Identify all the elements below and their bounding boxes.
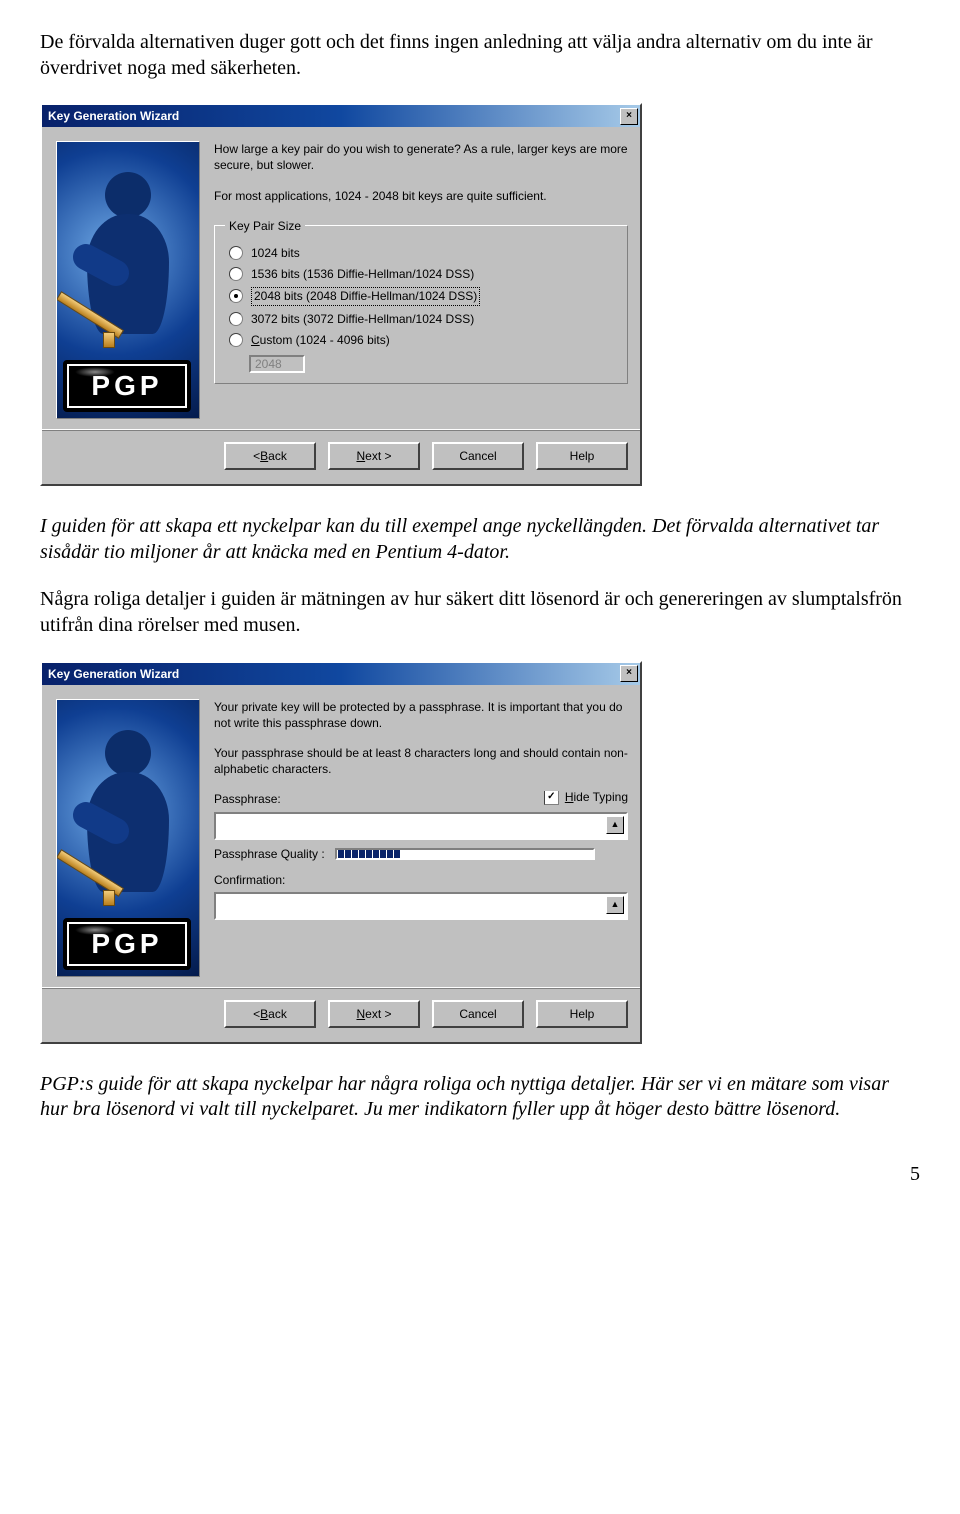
group-legend: Key Pair Size: [225, 218, 305, 234]
next-button[interactable]: Next >: [328, 442, 420, 470]
radio-icon[interactable]: [229, 267, 243, 281]
scroll-up-icon[interactable]: ▲: [606, 816, 624, 834]
wizard-side-graphic: PGP: [56, 699, 200, 977]
radio-custom[interactable]: Custom (1024 - 4096 bits): [229, 332, 617, 348]
titlebar[interactable]: Key Generation Wizard ×: [42, 663, 640, 685]
window-title: Key Generation Wizard: [48, 667, 179, 681]
quality-label: Passphrase Quality :: [214, 846, 325, 862]
radio-label: 2048 bits (2048 Diffie-Hellman/1024 DSS): [251, 287, 480, 305]
radio-icon[interactable]: [229, 289, 243, 303]
cancel-button[interactable]: Cancel: [432, 1000, 524, 1028]
hide-typing-toggle[interactable]: ✓ Hide Typing: [544, 791, 628, 805]
radio-icon[interactable]: [229, 333, 243, 347]
next-button[interactable]: Next >: [328, 1000, 420, 1028]
confirmation-label: Confirmation:: [214, 873, 285, 887]
radio-icon[interactable]: [229, 312, 243, 326]
back-button[interactable]: < Back: [224, 1000, 316, 1028]
window-title: Key Generation Wizard: [48, 109, 179, 123]
radio-1024[interactable]: 1024 bits: [229, 245, 617, 261]
radio-label: 3072 bits (3072 Diffie-Hellman/1024 DSS): [251, 311, 474, 327]
body-paragraph-1: De förvalda alternativen duger gott och …: [40, 30, 920, 81]
help-button[interactable]: Help: [536, 1000, 628, 1028]
wizard-intro-2: For most applications, 1024 - 2048 bit k…: [214, 188, 628, 204]
passphrase-input[interactable]: ▲: [214, 812, 628, 840]
keypair-size-group: Key Pair Size 1024 bits 1536 bits (1536 …: [214, 218, 628, 384]
radio-1536[interactable]: 1536 bits (1536 Diffie-Hellman/1024 DSS): [229, 266, 617, 282]
radio-label: Custom (1024 - 4096 bits): [251, 332, 390, 348]
radio-icon[interactable]: [229, 246, 243, 260]
close-icon[interactable]: ×: [620, 665, 638, 682]
caption-1: I guiden för att skapa ett nyckelpar kan…: [40, 514, 920, 565]
scroll-up-icon[interactable]: ▲: [606, 896, 624, 914]
cancel-button[interactable]: Cancel: [432, 442, 524, 470]
wizard-intro-2: Your passphrase should be at least 8 cha…: [214, 745, 628, 777]
pgp-logo: PGP: [63, 918, 191, 970]
wizard-button-bar: < Back Next > Cancel Help: [42, 429, 640, 484]
passphrase-row: Passphrase: ✓ Hide Typing: [214, 791, 628, 807]
caption-2: PGP:s guide för att skapa nyckelpar har …: [40, 1072, 920, 1123]
pgp-logo: PGP: [63, 360, 191, 412]
help-button[interactable]: Help: [536, 442, 628, 470]
back-button[interactable]: < Back: [224, 442, 316, 470]
custom-bits-input[interactable]: [249, 355, 305, 373]
passphrase-label: Passphrase:: [214, 792, 281, 806]
wizard-intro-1: Your private key will be protected by a …: [214, 699, 628, 731]
body-paragraph-2: Några roliga detaljer i guiden är mätnin…: [40, 587, 920, 638]
titlebar[interactable]: Key Generation Wizard ×: [42, 105, 640, 127]
key-generation-wizard-dialog-size: Key Generation Wizard × PGP How large a …: [40, 103, 642, 486]
radio-3072[interactable]: 3072 bits (3072 Diffie-Hellman/1024 DSS): [229, 311, 617, 327]
close-icon[interactable]: ×: [620, 108, 638, 125]
page-number: 5: [40, 1163, 920, 1186]
wizard-button-bar: < Back Next > Cancel Help: [42, 987, 640, 1042]
radio-label: 1536 bits (1536 Diffie-Hellman/1024 DSS): [251, 266, 474, 282]
wizard-intro-1: How large a key pair do you wish to gene…: [214, 141, 628, 173]
radio-2048[interactable]: 2048 bits (2048 Diffie-Hellman/1024 DSS): [229, 287, 617, 305]
wizard-side-graphic: PGP: [56, 141, 200, 419]
passphrase-quality-meter: [335, 848, 595, 860]
radio-label: 1024 bits: [251, 245, 300, 261]
checkbox-icon[interactable]: ✓: [544, 791, 559, 805]
confirmation-input[interactable]: ▲: [214, 892, 628, 920]
key-generation-wizard-dialog-passphrase: Key Generation Wizard × PGP Your private…: [40, 661, 642, 1044]
